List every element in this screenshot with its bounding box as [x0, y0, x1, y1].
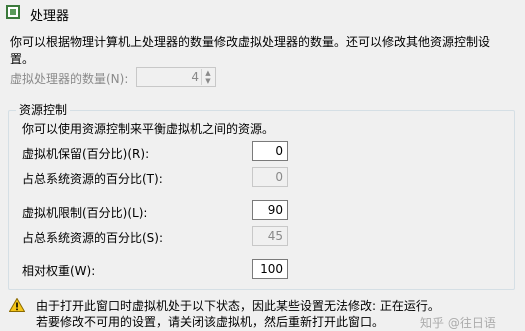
- reserve-total-label: 占总系统资源的百分比(T):: [22, 172, 163, 186]
- warning-line-2: 若要修改不可用的设置，请关闭该虚拟机，然后重新打开此窗口。: [36, 315, 385, 329]
- description-line-1: 你可以根据物理计算机上处理器的数量修改虚拟处理器的数量。还可以修改其他资源控制设: [10, 35, 491, 49]
- limit-total-field: 45: [252, 226, 288, 246]
- warning-icon: [9, 298, 25, 312]
- warning-line-1: 由于打开此窗口时虚拟机处于以下状态，因此某些设置无法修改: 正在运行。: [36, 299, 440, 313]
- reserve-total-field: 0: [252, 167, 288, 187]
- status-warning: 由于打开此窗口时虚拟机处于以下状态，因此某些设置无法修改: 正在运行。 若要修改…: [36, 298, 440, 330]
- limit-label: 虚拟机限制(百分比)(L):: [22, 206, 148, 220]
- section-title: 处理器: [30, 9, 70, 24]
- virtual-processors-value: 4: [191, 70, 199, 84]
- reserve-input[interactable]: 0: [252, 141, 288, 161]
- description-line-2: 置。: [10, 52, 35, 66]
- resource-control-title: 资源控制: [16, 101, 71, 118]
- resource-control-description: 你可以使用资源控制来平衡虚拟机之间的资源。: [22, 122, 275, 136]
- limit-input[interactable]: 90: [252, 200, 288, 220]
- processor-icon: [6, 5, 20, 19]
- weight-label: 相对权重(W):: [22, 264, 96, 278]
- virtual-processors-spinner[interactable]: 4 ▲ ▼: [136, 67, 216, 87]
- reserve-label: 虚拟机保留(百分比)(R):: [22, 147, 150, 161]
- watermark: 知乎 @往日语: [420, 316, 496, 330]
- section-description: 你可以根据物理计算机上处理器的数量修改虚拟处理器的数量。还可以修改其他资源控制设…: [10, 34, 490, 68]
- weight-input[interactable]: 100: [252, 259, 288, 279]
- spinner-arrows-icon[interactable]: ▲ ▼: [201, 69, 214, 85]
- virtual-processors-label: 虚拟处理器的数量(N):: [10, 72, 129, 86]
- limit-total-label: 占总系统资源的百分比(S):: [22, 231, 164, 245]
